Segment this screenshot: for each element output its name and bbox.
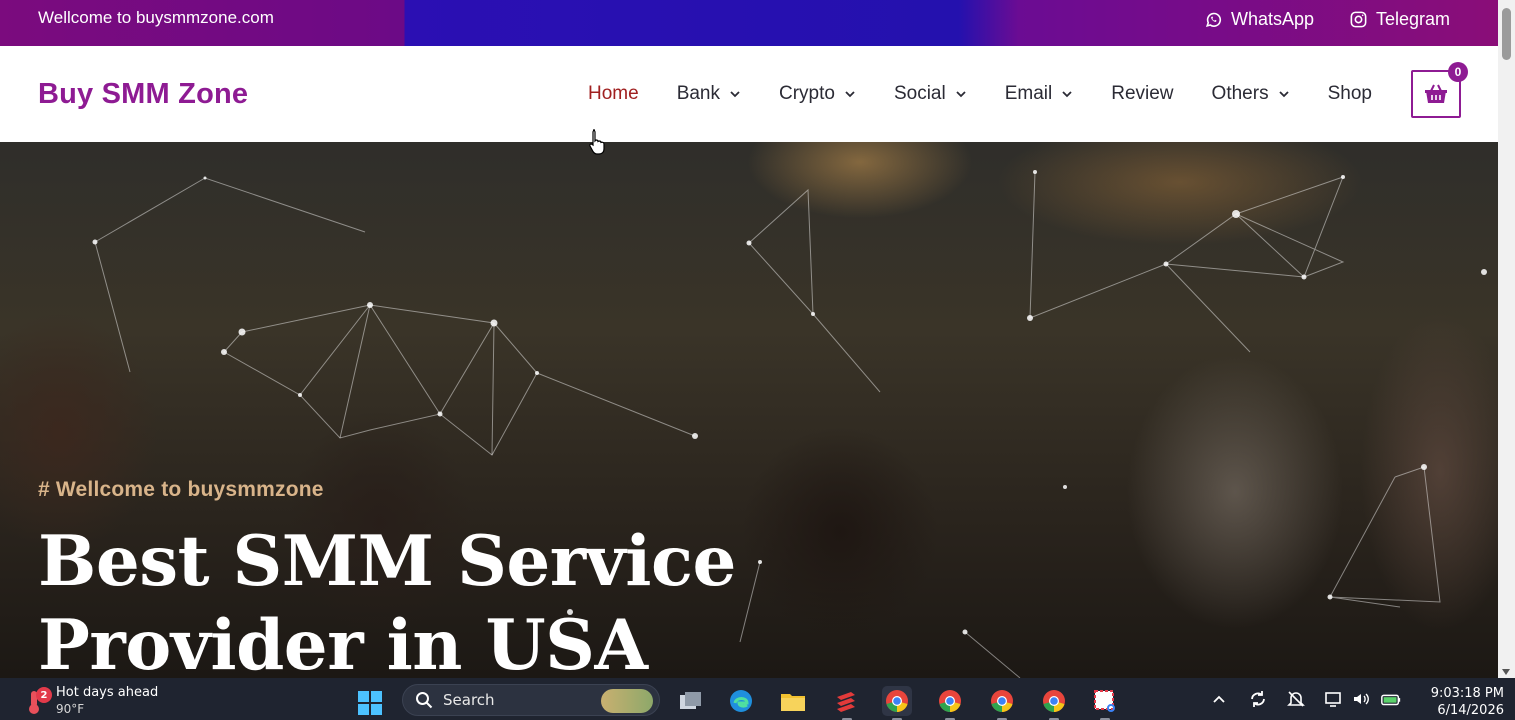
nav-item-shop[interactable]: Shop [1328,83,1372,105]
telegram-link[interactable]: Telegram [1349,9,1450,30]
nav-item-email[interactable]: Email [1005,83,1074,105]
brand-logo[interactable]: Buy SMM Zone [38,78,248,111]
weather-temp: 90°F [56,702,85,716]
file-explorer-icon[interactable] [778,686,808,716]
telegram-icon [1350,11,1367,28]
nav-item-review[interactable]: Review [1111,83,1173,105]
windows-taskbar: 2 Hot days ahead 90°F Search 9:03:18 PM … [0,678,1515,720]
chrome-profile-1-icon[interactable] [882,686,912,720]
nav-label: Bank [676,83,720,104]
tray-chevron-up-icon[interactable] [1208,688,1230,710]
nav-item-home[interactable]: Home [588,83,639,105]
volume-icon[interactable] [1350,688,1372,710]
app-red-icon[interactable] [832,686,862,720]
shopping-bag-icon [1425,84,1447,103]
nav-item-others[interactable]: Others [1212,83,1290,105]
telegram-label: Telegram [1376,9,1451,29]
nav-label: Email [1004,83,1053,104]
page-scrollbar[interactable] [1498,0,1515,678]
chevron-down-icon [730,91,740,98]
clock-time: 9:03:18 PM [1430,686,1504,701]
search-icon [416,692,433,709]
hero-banner: # Wellcome to buysmmzone Best SMM Servic… [0,142,1498,678]
cart-count-badge: 0 [1448,62,1468,82]
welcome-text: Wellcome to buysmmzone.com [38,8,274,27]
chrome-profile-3-icon[interactable] [987,686,1017,720]
main-nav: Home Bank Crypto Social Email Review Oth… [588,83,1372,105]
search-highlight-image [601,689,653,713]
nav-label: Home [588,83,639,104]
hero-tagline: # Wellcome to buysmmzone [38,478,324,501]
sync-icon[interactable] [1247,688,1269,710]
scrollbar-thumb[interactable] [1502,8,1511,60]
whatsapp-label: WhatsApp [1231,9,1315,29]
hero-headline-line-2: Provider in USA [38,605,648,678]
snipping-tool-icon[interactable] [1090,686,1120,720]
nav-label: Crypto [779,83,835,104]
clock-date: 6/14/2026 [1437,703,1504,718]
weather-title: Hot days ahead [56,685,159,700]
task-view-icon[interactable] [676,686,706,716]
whatsapp-icon [1205,12,1222,27]
chevron-down-icon [956,91,966,98]
search-placeholder: Search [443,691,495,709]
network-icon[interactable] [1323,688,1345,710]
weather-widget[interactable]: 2 Hot days ahead 90°F [22,685,158,717]
thermometer-icon: 2 [22,687,52,715]
weather-alert-badge: 2 [36,687,52,703]
battery-charging-icon[interactable] [1380,688,1402,710]
hand-cursor-icon [589,129,605,155]
nav-item-crypto[interactable]: Crypto [779,83,856,105]
taskbar-search[interactable]: Search [402,684,660,716]
hero-headline: Best SMM Service Provider in USA [38,520,798,678]
nav-label: Social [893,83,946,104]
system-clock[interactable]: 9:03:18 PM 6/14/2026 [1420,685,1504,719]
windows-start-icon[interactable] [357,690,383,716]
chrome-profile-2-icon[interactable] [935,686,965,720]
chevron-down-icon [845,91,855,98]
chevron-down-icon [1062,91,1072,98]
nav-label: Others [1211,83,1269,104]
whatsapp-link[interactable]: WhatsApp [1204,9,1314,30]
nav-label: Review [1111,83,1174,104]
edge-browser-icon[interactable] [726,686,756,716]
scroll-down-arrow-icon[interactable] [1502,669,1510,675]
nav-label: Shop [1327,83,1372,104]
cart-button[interactable]: 0 [1411,62,1468,118]
notifications-off-icon[interactable] [1285,688,1307,710]
site-header: Buy SMM Zone Home Bank Crypto Social Ema… [0,46,1498,142]
hero-headline-line-1: Best SMM Service [38,521,736,602]
nav-item-bank[interactable]: Bank [677,83,741,105]
chrome-icon[interactable] [1039,686,1069,720]
chevron-down-icon [1278,91,1289,98]
top-bar: Wellcome to buysmmzone.com WhatsApp Tele… [0,0,1498,46]
nav-item-social[interactable]: Social [894,83,967,105]
